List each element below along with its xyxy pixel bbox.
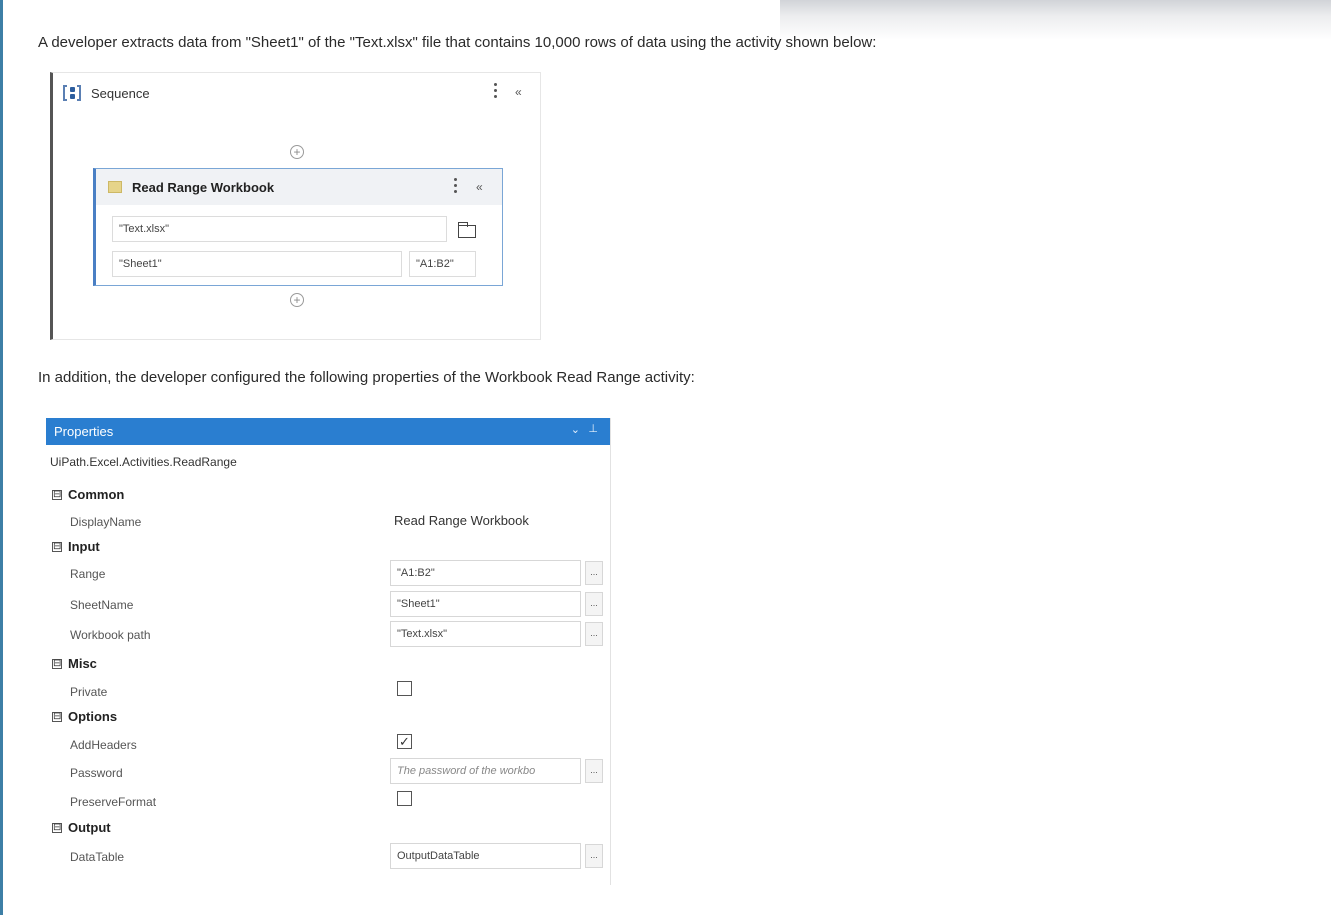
property-row-addheaders: AddHeaders ✓ [46, 731, 611, 759]
range-input[interactable]: "A1:B2" [390, 560, 581, 586]
property-row-preserveformat: PreserveFormat [46, 788, 611, 816]
property-label: Private [70, 685, 108, 699]
category-misc-label: Misc [68, 656, 97, 671]
page-left-border [0, 0, 3, 915]
collapse-options-icon[interactable]: ⊟ [52, 711, 62, 722]
property-row-workbook-path: Workbook path "Text.xlsx" ... [46, 620, 611, 648]
property-row-range: Range "A1:B2" ... [46, 559, 611, 587]
category-input[interactable]: ⊟ Input [46, 534, 611, 562]
property-row-datatable: DataTable OutputDataTable ... [46, 842, 611, 870]
category-common[interactable]: ⊟ Common [46, 482, 611, 510]
range-field[interactable]: "A1:B2" [409, 251, 476, 277]
password-ellipsis-button[interactable]: ... [585, 759, 603, 783]
sheet-name-field[interactable]: "Sheet1" [112, 251, 402, 277]
property-label: Range [70, 567, 106, 581]
category-misc[interactable]: ⊟ Misc [46, 651, 611, 679]
collapse-input-icon[interactable]: ⊟ [52, 541, 62, 552]
activity-more-icon[interactable] [454, 178, 457, 193]
collapse-output-icon[interactable]: ⊟ [52, 822, 62, 833]
folder-icon[interactable] [458, 222, 476, 238]
workbook-path-ellipsis-button[interactable]: ... [585, 622, 603, 646]
preserveformat-checkbox[interactable] [397, 791, 412, 806]
read-range-activity[interactable]: Read Range Workbook « "Text.xlsx" "Sheet… [93, 168, 503, 286]
property-label: DataTable [70, 850, 125, 864]
sequence-title: Sequence [91, 85, 150, 101]
category-options-label: Options [68, 709, 118, 724]
workbook-path-field[interactable]: "Text.xlsx" [112, 216, 447, 242]
category-input-label: Input [68, 539, 100, 554]
property-label: Password [70, 766, 123, 780]
excel-icon [108, 181, 122, 193]
properties-title: Properties [54, 424, 114, 439]
property-row-password: Password The password of the workbo ... [46, 757, 611, 785]
intro-paragraph: A developer extracts data from "Sheet1" … [38, 34, 877, 51]
pin-icon[interactable]: ⊥ [588, 422, 598, 435]
read-range-header: Read Range Workbook [96, 169, 502, 205]
property-row-sheetname: SheetName "Sheet1" ... [46, 590, 611, 618]
activity-type-label: UiPath.Excel.Activities.ReadRange [50, 455, 237, 469]
properties-header: Properties ⌄ ⊥ [46, 418, 610, 445]
category-options[interactable]: ⊟ Options [46, 704, 611, 732]
displayname-value[interactable]: Read Range Workbook [394, 513, 529, 528]
sequence-container[interactable]: Sequence « + Read Range Workbook « "Text… [50, 72, 541, 340]
add-activity-bottom-icon[interactable]: + [290, 293, 304, 307]
sequence-icon [63, 84, 81, 102]
private-checkbox[interactable] [397, 681, 412, 696]
datatable-input[interactable]: OutputDataTable [390, 843, 581, 869]
activity-collapse-icon[interactable]: « [476, 181, 483, 193]
workbook-path-input[interactable]: "Text.xlsx" [390, 621, 581, 647]
sheetname-ellipsis-button[interactable]: ... [585, 592, 603, 616]
read-range-title: Read Range Workbook [132, 179, 275, 195]
category-common-label: Common [68, 487, 125, 502]
range-ellipsis-button[interactable]: ... [585, 561, 603, 585]
property-label: Workbook path [70, 628, 151, 642]
second-paragraph: In addition, the developer configured th… [38, 369, 695, 386]
password-input[interactable]: The password of the workbo [390, 758, 581, 784]
property-label: AddHeaders [70, 738, 137, 752]
property-row-displayname: DisplayName Read Range Workbook [46, 508, 611, 536]
datatable-ellipsis-button[interactable]: ... [585, 844, 603, 868]
dropdown-icon[interactable]: ⌄ [571, 423, 580, 436]
sheetname-input[interactable]: "Sheet1" [390, 591, 581, 617]
category-output-label: Output [68, 820, 111, 835]
add-activity-top-icon[interactable]: + [290, 145, 304, 159]
collapse-misc-icon[interactable]: ⊟ [52, 658, 62, 669]
category-output[interactable]: ⊟ Output [46, 815, 611, 843]
property-label: PreserveFormat [70, 795, 157, 809]
addheaders-checkbox[interactable]: ✓ [397, 734, 412, 749]
property-label: DisplayName [70, 515, 142, 529]
sequence-header: Sequence [63, 83, 150, 103]
property-label: SheetName [70, 598, 134, 612]
property-row-private: Private [46, 678, 611, 706]
properties-panel: Properties ⌄ ⊥ UiPath.Excel.Activities.R… [46, 418, 611, 885]
sequence-more-icon[interactable] [494, 83, 497, 98]
collapse-common-icon[interactable]: ⊟ [52, 489, 62, 500]
sequence-collapse-icon[interactable]: « [515, 86, 522, 98]
